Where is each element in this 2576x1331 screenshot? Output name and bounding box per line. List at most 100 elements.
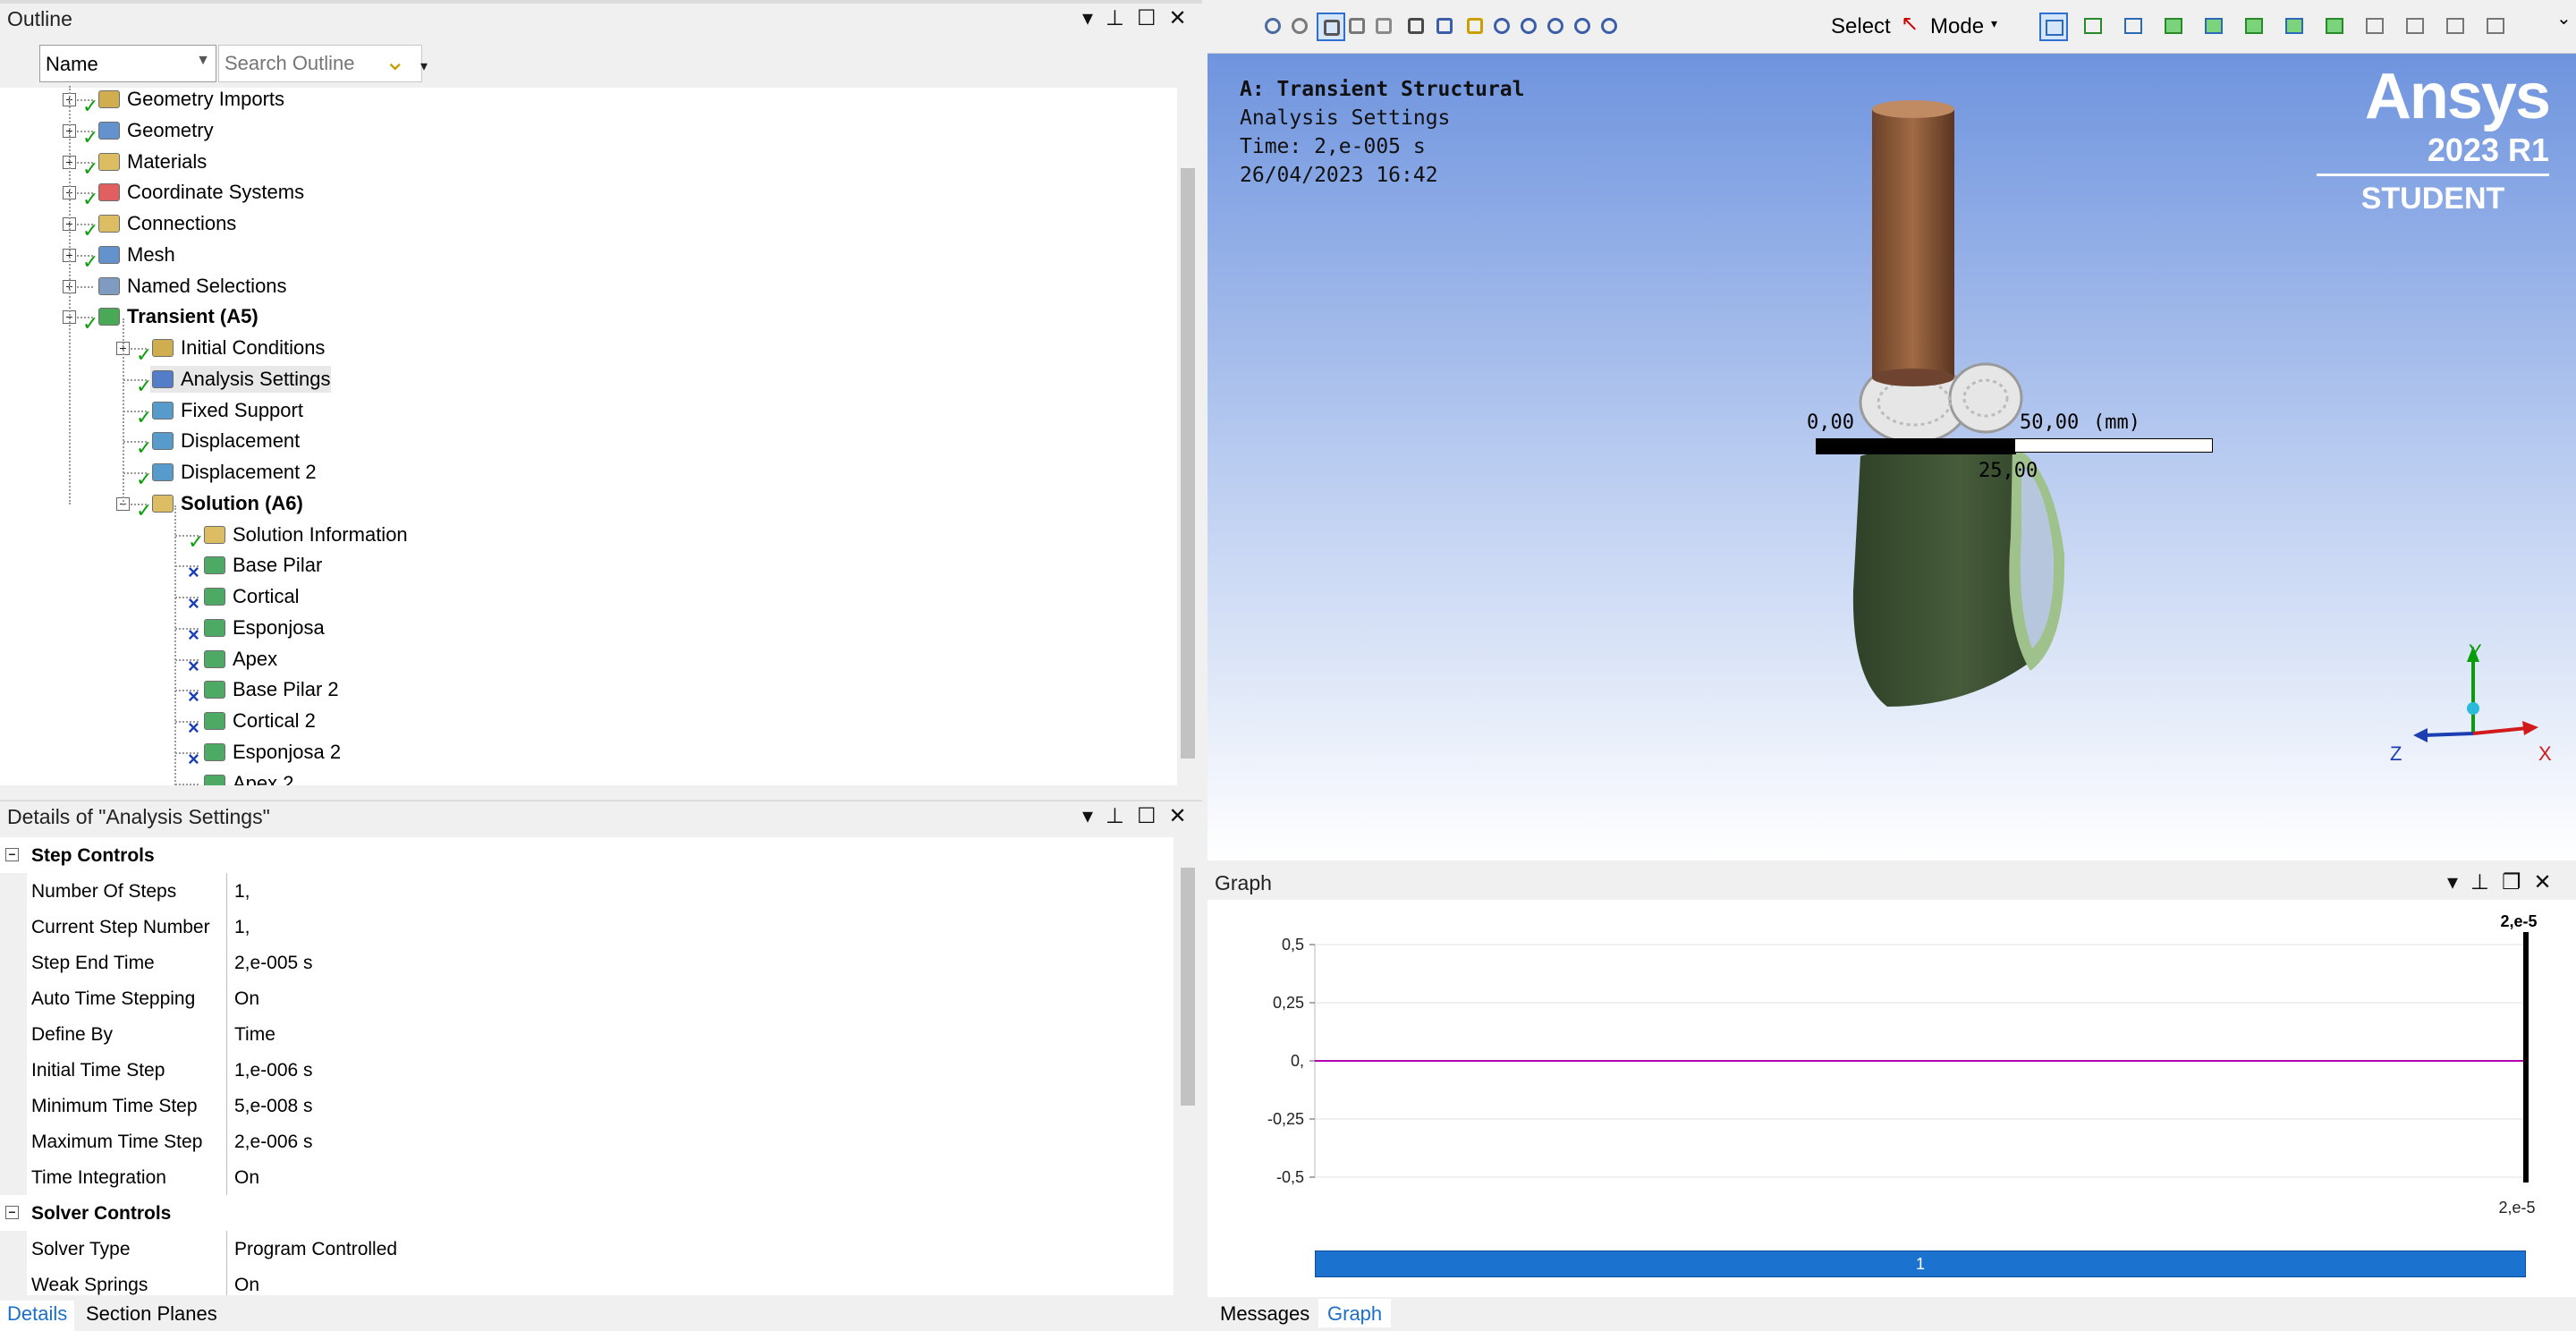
tree-node[interactable]: Esponjosa 2 xyxy=(202,739,341,766)
tree-node[interactable]: Coordinate Systems xyxy=(97,179,304,206)
details-row-value[interactable]: 1,e-006 s xyxy=(234,1060,313,1081)
details-row[interactable]: Current Step Number 1, xyxy=(27,909,1174,945)
tree-node[interactable]: Displacement xyxy=(150,428,300,454)
collapse-icon[interactable]: − xyxy=(5,1206,19,1219)
solid-view-icon[interactable] xyxy=(1317,13,1345,41)
select-body-icon[interactable] xyxy=(2160,13,2189,41)
tab-section-planes[interactable]: Section Planes xyxy=(86,1302,217,1326)
tree-node[interactable]: Geometry xyxy=(97,117,214,144)
details-row-value[interactable]: On xyxy=(234,1275,259,1295)
details-group-header[interactable]: − Solver Controls xyxy=(0,1195,1174,1232)
pan-icon[interactable] xyxy=(1462,13,1490,41)
tree-node[interactable]: Solution Information xyxy=(202,521,408,548)
select-all-icon[interactable] xyxy=(2321,13,2350,41)
extend-adjacent-icon[interactable] xyxy=(2200,13,2229,41)
filter-select[interactable]: Name ▼ xyxy=(39,45,216,82)
filter-options-icon[interactable]: ⌄ xyxy=(385,47,405,76)
details-row-value[interactable]: 5,e-008 s xyxy=(234,1096,313,1117)
maximize-icon[interactable]: ☐ xyxy=(1137,803,1157,829)
timeline-bar[interactable]: 1 xyxy=(1315,1250,2526,1277)
outline-scrollbar[interactable] xyxy=(1177,88,1202,785)
details-row[interactable]: Maximum Time Step 2,e-006 s xyxy=(27,1123,1174,1160)
rotate-icon[interactable] xyxy=(1431,13,1460,41)
details-group-header[interactable]: − Step Controls xyxy=(0,837,1174,874)
tree-node[interactable]: Initial Conditions xyxy=(150,335,325,361)
outline-scrollbar-thumb[interactable] xyxy=(1181,168,1195,759)
details-row[interactable]: Minimum Time Step 5,e-008 s xyxy=(27,1088,1174,1124)
magnify-icon[interactable] xyxy=(1569,13,1597,41)
zoom-selected-icon[interactable] xyxy=(1542,13,1571,41)
details-scrollbar[interactable] xyxy=(1177,837,1202,1295)
fit-view-icon[interactable] xyxy=(1402,13,1431,41)
select-edge-icon[interactable] xyxy=(2080,13,2108,41)
shaded-view-icon[interactable] xyxy=(1343,13,1372,41)
details-row[interactable]: Auto Time Stepping On xyxy=(27,980,1174,1017)
pin-icon[interactable]: ⊥ xyxy=(1106,5,1124,31)
tree-node[interactable]: Apex xyxy=(202,646,277,673)
tab-graph[interactable]: Graph xyxy=(1318,1299,1392,1327)
details-row-value[interactable]: 2,e-006 s xyxy=(234,1132,313,1153)
details-row-value[interactable]: Program Controlled xyxy=(234,1239,397,1260)
mode-chevron-icon[interactable]: ▾ xyxy=(1991,16,1997,31)
label-icon[interactable] xyxy=(2402,13,2430,41)
annotation-icon[interactable] xyxy=(2442,13,2470,41)
details-row-value[interactable]: On xyxy=(234,988,259,1010)
filter-options-caret-icon[interactable]: ▾ xyxy=(420,57,428,75)
details-row-value[interactable]: 2,e-005 s xyxy=(234,953,313,974)
tree-node[interactable]: Named Selections xyxy=(97,273,287,300)
select-vertex-icon[interactable] xyxy=(2120,13,2148,41)
tree-node[interactable]: Base Pilar 2 xyxy=(202,676,339,703)
viewport[interactable]: A: Transient Structural Analysis Setting… xyxy=(1208,54,2576,860)
tree-node[interactable]: Analysis Settings xyxy=(150,365,331,393)
coordinate-icon[interactable] xyxy=(2361,13,2390,41)
dropdown-arrow-icon[interactable]: ▾ xyxy=(1082,5,1093,31)
details-row[interactable]: Define By Time xyxy=(27,1016,1174,1053)
zoom-in-icon[interactable] xyxy=(1259,13,1288,41)
details-row-value[interactable]: On xyxy=(234,1167,259,1189)
tree-node[interactable]: Solution (A6) xyxy=(150,490,303,517)
tree-node[interactable]: Transient (A5) xyxy=(97,303,258,330)
zoom-to-fit-icon[interactable] xyxy=(1515,13,1544,41)
details-scrollbar-thumb[interactable] xyxy=(1181,868,1195,1106)
details-row-value[interactable]: Time xyxy=(234,1024,275,1046)
outline-horizontal-scrollbar[interactable] xyxy=(0,785,1202,800)
toolbar-overflow-icon[interactable]: ⌄ xyxy=(2556,7,2572,30)
tree-node[interactable]: Displacement 2 xyxy=(150,459,317,486)
details-row[interactable]: Weak Springs On xyxy=(27,1267,1174,1295)
tab-messages[interactable]: Messages xyxy=(1220,1302,1309,1326)
graph-area[interactable]: 0,5 0,25 0, -0,25 -0,5 2,e-5 2,e-5 1 xyxy=(1208,900,2576,1297)
details-row[interactable]: Number Of Steps 1, xyxy=(27,873,1174,910)
zoom-box-icon[interactable] xyxy=(1488,13,1517,41)
wireframe-icon[interactable] xyxy=(1370,13,1399,41)
tree-node[interactable]: Materials xyxy=(97,148,207,175)
tab-details[interactable]: Details xyxy=(0,1301,75,1331)
close-icon[interactable]: ✕ xyxy=(2533,869,2551,895)
zoom-out-icon[interactable] xyxy=(1286,13,1315,41)
select-face-icon[interactable] xyxy=(2039,13,2068,41)
close-icon[interactable]: ✕ xyxy=(1168,803,1186,829)
tree-node[interactable]: Connections xyxy=(97,210,236,237)
tree-node[interactable]: Geometry Imports xyxy=(97,86,284,113)
mode-dropdown[interactable]: Mode xyxy=(1930,14,1984,39)
dropdown-arrow-icon[interactable]: ▾ xyxy=(1082,803,1093,829)
select-mode-icon[interactable]: ↖ xyxy=(1901,11,1919,37)
extend-limits-icon[interactable] xyxy=(2241,13,2269,41)
float-window-icon[interactable]: ❐ xyxy=(2502,869,2521,895)
details-row[interactable]: Solver Type Program Controlled xyxy=(27,1231,1174,1267)
pin-icon[interactable]: ⊥ xyxy=(1106,803,1124,829)
collapse-icon[interactable]: − xyxy=(5,848,19,861)
tree-node[interactable]: Esponjosa xyxy=(202,615,325,641)
select-label[interactable]: Select xyxy=(1831,14,1891,39)
dropdown-arrow-icon[interactable]: ▾ xyxy=(2447,869,2458,895)
tree-node[interactable]: Cortical xyxy=(202,583,300,610)
details-row-value[interactable]: 1, xyxy=(234,917,250,938)
tree-node[interactable]: Cortical 2 xyxy=(202,708,316,734)
details-row[interactable]: Time Integration On xyxy=(27,1159,1174,1196)
tree-node[interactable]: Base Pilar xyxy=(202,552,322,579)
tree-node[interactable]: Mesh xyxy=(97,242,175,268)
details-row[interactable]: Step End Time 2,e-005 s xyxy=(27,945,1174,981)
tree-node[interactable]: Fixed Support xyxy=(150,397,303,424)
details-row-value[interactable]: 1, xyxy=(234,881,250,903)
extend-instances-icon[interactable] xyxy=(2281,13,2309,41)
graph-icon[interactable] xyxy=(2482,13,2511,41)
